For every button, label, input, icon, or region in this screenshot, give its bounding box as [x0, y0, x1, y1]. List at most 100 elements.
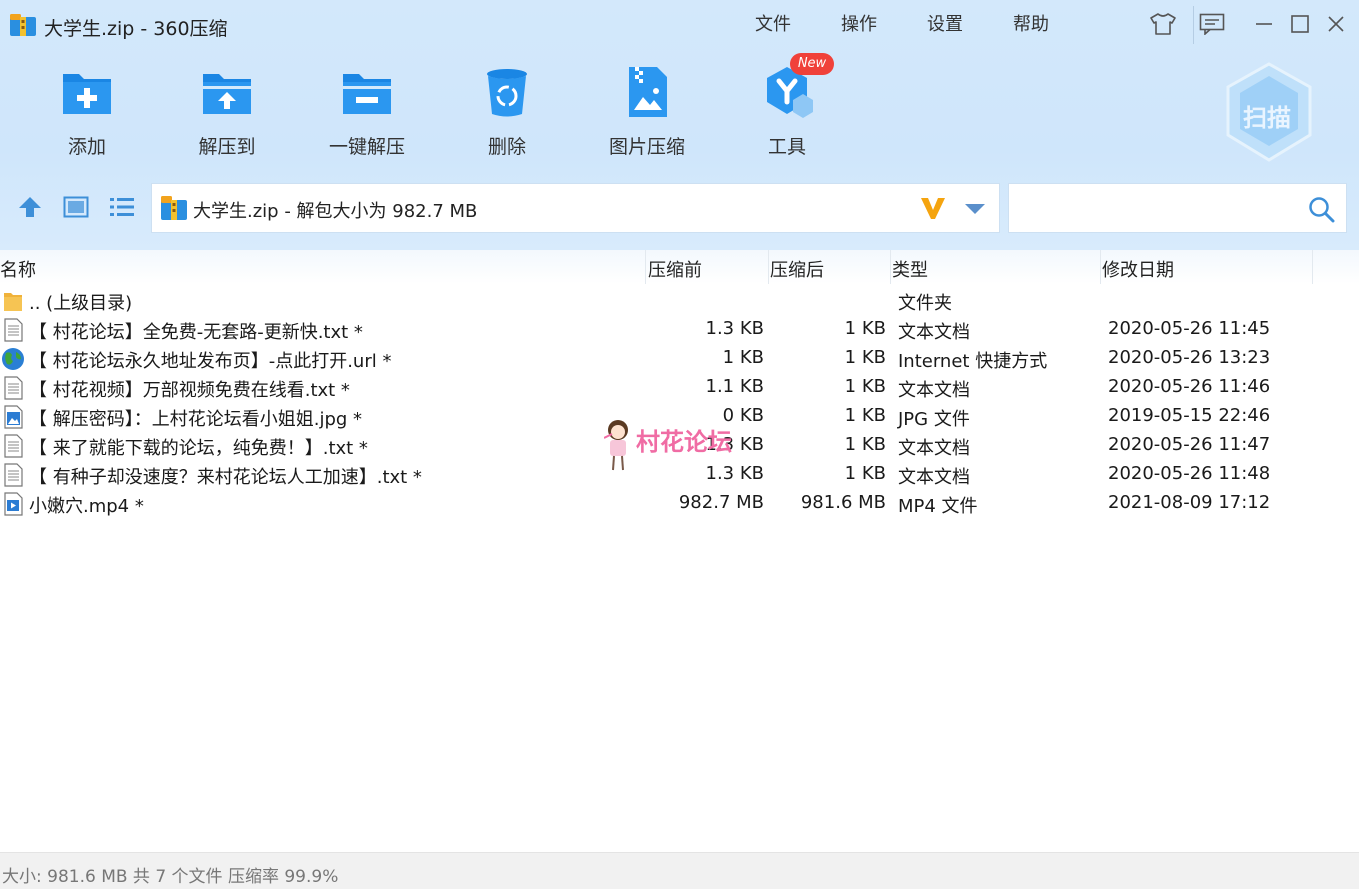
column-name[interactable]: 名称 [0, 256, 36, 282]
column-after-size[interactable]: 压缩后 [770, 256, 824, 282]
list-view-icon [110, 198, 134, 216]
column-type[interactable]: 类型 [892, 256, 928, 282]
image-compress-label: 图片压缩 [608, 136, 685, 158]
image-compress-button[interactable]: 图片压缩 [592, 64, 702, 159]
list-item[interactable]: 【 来了就能下载的论坛，纯免费！】.txt * 1.3 KB 1 KB 文本文档… [0, 431, 1359, 460]
file-name: .. (上级目录) [29, 293, 133, 314]
minimize-icon [1256, 23, 1272, 25]
file-type: 文本文档 [898, 438, 970, 459]
status-bar: 大小: 981.6 MB 共 7 个文件 压缩率 99.9% [0, 852, 1359, 889]
address-text: 大学生.zip - 解包大小为 982.7 MB [193, 201, 478, 222]
menu-settings[interactable]: 设置 [927, 10, 963, 36]
extract-to-icon [203, 74, 251, 114]
list-item[interactable]: 小嫩穴.mp4 * 982.7 MB 981.6 MB MP4 文件 2021-… [0, 489, 1359, 518]
file-name: 【 村花视频】万部视频免费在线看.txt * [29, 380, 350, 401]
folder-icon [4, 293, 22, 311]
close-button[interactable] [1322, 10, 1350, 38]
search-box[interactable] [1008, 183, 1347, 233]
archive-app-icon [10, 14, 36, 36]
zip-file-icon [161, 196, 187, 220]
file-type: 文本文档 [898, 380, 970, 401]
file-size-after: 1 KB [844, 347, 886, 368]
window-title: 大学生.zip - 360压缩 [44, 18, 228, 40]
chevron-down-icon[interactable] [964, 202, 986, 216]
column-date[interactable]: 修改日期 [1102, 256, 1174, 282]
file-size-before: 1.1 KB [705, 376, 765, 397]
file-size-after: 1 KB [844, 318, 886, 339]
file-size-after: 981.6 MB [800, 492, 886, 513]
vip-v-icon[interactable] [919, 195, 947, 221]
column-divider[interactable] [645, 250, 646, 284]
menu-operate[interactable]: 操作 [841, 10, 877, 36]
address-bar[interactable]: 大学生.zip - 解包大小为 982.7 MB [151, 183, 1000, 233]
header: 大学生.zip - 360压缩 文件 操作 设置 帮助 添加 解压到 一键解压 … [0, 0, 1359, 250]
menu-help[interactable]: 帮助 [1013, 10, 1049, 36]
file-name: 【 村花论坛】全免费-无套路-更新快.txt * [29, 322, 363, 343]
delete-button[interactable]: 删除 [452, 64, 562, 159]
column-divider[interactable] [890, 250, 891, 284]
delete-label: 删除 [487, 136, 526, 158]
list-view-button[interactable] [107, 192, 137, 222]
extract-to-button[interactable]: 解压到 [172, 64, 282, 159]
list-item-parent[interactable]: .. (上级目录) 文件夹 [0, 286, 1359, 315]
list-item[interactable]: 【 解压密码】：上村花论坛看小姐姐.jpg * 0 KB 1 KB JPG 文件… [0, 402, 1359, 431]
file-name: 【 有种子却没速度？来村花论坛人工加速】.txt * [29, 467, 422, 488]
file-size-before: 1.3 KB [705, 318, 765, 339]
column-divider[interactable] [1312, 250, 1313, 284]
list-item[interactable]: 【 村花论坛】全免费-无套路-更新快.txt * 1.3 KB 1 KB 文本文… [0, 315, 1359, 344]
file-type: Internet 快捷方式 [898, 351, 1048, 372]
file-size-after: 1 KB [844, 434, 886, 455]
close-icon [1328, 16, 1344, 32]
file-size-before: 1 KB [722, 347, 764, 368]
thumbnail-view-button[interactable] [61, 192, 91, 222]
file-date: 2021-08-09 17:12 [1108, 492, 1271, 513]
column-divider[interactable] [1100, 250, 1101, 284]
column-before-size[interactable]: 压缩前 [648, 256, 702, 282]
shirt-icon [1150, 13, 1176, 35]
tools-button[interactable]: 工具 [732, 64, 842, 159]
up-level-button[interactable] [15, 192, 45, 222]
message-icon [1199, 13, 1225, 35]
text-file-icon [4, 463, 23, 487]
one-click-extract-button[interactable]: 一键解压 [312, 64, 422, 159]
list-item[interactable]: 【 村花论坛永久地址发布页】-点此打开.url * 1 KB 1 KB Inte… [0, 344, 1359, 373]
app-window: 大学生.zip - 360压缩 文件 操作 设置 帮助 添加 解压到 一键解压 … [0, 0, 1359, 889]
file-size-before: 0 KB [722, 405, 764, 426]
file-type: MP4 文件 [898, 496, 978, 517]
file-date: 2020-05-26 11:48 [1108, 463, 1271, 484]
maximize-button[interactable] [1286, 10, 1314, 38]
search-input[interactable] [1019, 194, 1299, 222]
add-button[interactable]: 添加 [32, 64, 142, 159]
delete-icon [487, 69, 527, 117]
scan-button[interactable]: 扫描 [1226, 62, 1312, 162]
file-size-after: 1 KB [844, 405, 886, 426]
text-file-icon [4, 434, 23, 458]
menu-file[interactable]: 文件 [755, 10, 791, 36]
file-size-before: 1.3 KB [705, 434, 765, 455]
file-name: 【 解压密码】：上村花论坛看小姐姐.jpg * [29, 409, 363, 430]
file-list: .. (上级目录) 文件夹 【 村花论坛】全免费-无套路-更新快.txt * 1… [0, 286, 1359, 518]
image-file-icon [4, 405, 23, 429]
list-item[interactable]: 【 村花视频】万部视频免费在线看.txt * 1.1 KB 1 KB 文本文档 … [0, 373, 1359, 402]
status-text: 大小: 981.6 MB 共 7 个文件 压缩率 99.9% [2, 867, 339, 887]
thumbnail-view-icon [63, 196, 89, 218]
list-item[interactable]: 【 有种子却没速度？来村花论坛人工加速】.txt * 1.3 KB 1 KB 文… [0, 460, 1359, 489]
extract-to-label: 解压到 [198, 136, 256, 158]
tools-label: 工具 [767, 136, 806, 158]
video-file-icon [4, 492, 23, 516]
minimize-button[interactable] [1250, 10, 1278, 38]
scan-label: 扫描 [1243, 104, 1291, 132]
file-type: 文本文档 [898, 322, 970, 343]
skin-button[interactable] [1149, 10, 1177, 38]
file-date: 2020-05-26 11:45 [1108, 318, 1271, 339]
file-name: 【 来了就能下载的论坛，纯免费！】.txt * [29, 438, 368, 459]
text-file-icon [4, 318, 23, 342]
feedback-button[interactable] [1198, 10, 1226, 38]
search-icon[interactable] [1307, 195, 1335, 223]
file-size-after: 1 KB [844, 463, 886, 484]
add-icon [63, 74, 111, 114]
arrow-up-icon [19, 197, 41, 217]
file-date: 2020-05-26 11:46 [1108, 376, 1271, 397]
column-divider[interactable] [768, 250, 769, 284]
file-date: 2020-05-26 11:47 [1108, 434, 1271, 455]
